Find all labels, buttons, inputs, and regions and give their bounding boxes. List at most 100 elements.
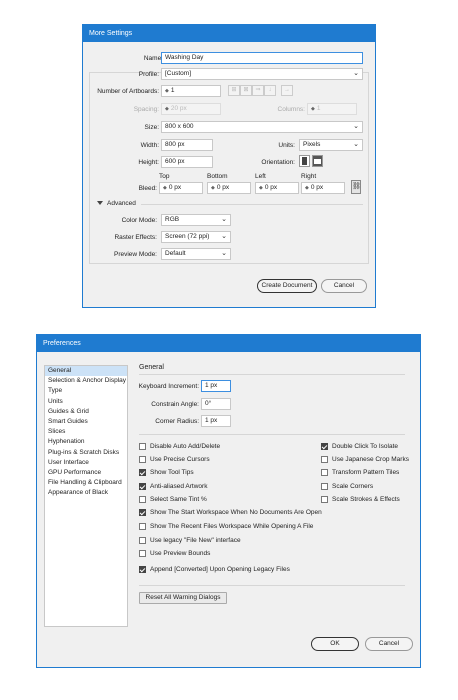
checkbox-label: Use Japanese Crop Marks: [332, 456, 409, 463]
checkbox-unchecked-icon[interactable]: [321, 483, 328, 490]
height-label: Height:: [138, 159, 159, 166]
bleed-bottom-label: Bottom: [207, 173, 228, 180]
category-item[interactable]: Slices: [45, 427, 127, 437]
option-checkbox[interactable]: Append [Converted] Upon Opening Legacy F…: [139, 566, 290, 573]
checkbox-unchecked-icon[interactable]: [321, 496, 328, 503]
option-checkbox[interactable]: Use Japanese Crop Marks: [321, 456, 409, 463]
category-item[interactable]: General: [45, 366, 127, 377]
bleed-bottom-field[interactable]: ◆ 0 px: [207, 182, 251, 194]
columns-field[interactable]: ◆ 1: [307, 103, 357, 115]
category-item[interactable]: Hyphenation: [45, 437, 127, 447]
stepper-icon[interactable]: ◆: [163, 183, 167, 193]
option-checkbox[interactable]: Use legacy "File New" interface: [139, 537, 241, 544]
bleed-right-field[interactable]: ◆ 0 px: [301, 182, 345, 194]
stepper-icon[interactable]: ◆: [165, 104, 169, 114]
category-item[interactable]: Units: [45, 397, 127, 407]
stepper-icon[interactable]: ◆: [211, 183, 215, 193]
constrain-angle-field[interactable]: 0°: [201, 398, 231, 410]
bleed-top-field[interactable]: ◆ 0 px: [159, 182, 203, 194]
grid-by-row-icon[interactable]: ⊞: [228, 85, 240, 96]
option-checkbox[interactable]: Scale Corners: [321, 483, 373, 490]
create-document-button[interactable]: Create Document: [257, 279, 317, 293]
checkbox-label: Show The Recent Files Workspace While Op…: [150, 523, 314, 530]
option-checkbox[interactable]: Disable Auto Add/Delete: [139, 443, 220, 450]
checkbox-label: Double Click To Isolate: [332, 443, 398, 450]
checkbox-unchecked-icon[interactable]: [139, 496, 146, 503]
document-name-field[interactable]: Washing Day: [161, 52, 363, 64]
option-checkbox[interactable]: Show The Start Workspace When No Documen…: [139, 509, 322, 516]
stepper-icon[interactable]: ◆: [305, 183, 309, 193]
arrange-by-column-icon[interactable]: ↓: [264, 85, 276, 96]
category-item[interactable]: Selection & Anchor Display: [45, 376, 127, 386]
checkbox-unchecked-icon[interactable]: [321, 469, 328, 476]
option-checkbox[interactable]: Double Click To Isolate: [321, 443, 398, 450]
chevron-down-icon: ⌄: [221, 233, 227, 240]
category-item[interactable]: Plug-ins & Scratch Disks: [45, 448, 127, 458]
more-settings-titlebar[interactable]: More Settings: [83, 25, 375, 42]
category-item[interactable]: File Handling & Clipboard: [45, 478, 127, 488]
category-item[interactable]: Appearance of Black: [45, 488, 127, 498]
link-bleed-icon[interactable]: ⛓: [351, 180, 361, 194]
raster-effects-select[interactable]: Screen (72 ppi) ⌄: [161, 231, 231, 243]
layout-direction-icon[interactable]: →: [281, 85, 293, 96]
profile-select[interactable]: [Custom] ⌄: [161, 68, 363, 80]
checkbox-unchecked-icon[interactable]: [139, 537, 146, 544]
bleed-left-label: Left: [255, 173, 266, 180]
grid-by-column-icon[interactable]: ⊠: [240, 85, 252, 96]
option-checkbox[interactable]: Use Preview Bounds: [139, 550, 210, 557]
checkbox-label: Show The Start Workspace When No Documen…: [150, 509, 322, 516]
stepper-icon[interactable]: ◆: [311, 104, 315, 114]
option-checkbox[interactable]: Transform Pattern Tiles: [321, 469, 399, 476]
ok-button[interactable]: OK: [311, 637, 359, 651]
category-item[interactable]: GPU Performance: [45, 468, 127, 478]
checkbox-checked-icon[interactable]: [321, 443, 328, 450]
checkbox-unchecked-icon[interactable]: [139, 443, 146, 450]
checkbox-checked-icon[interactable]: [139, 469, 146, 476]
checkbox-checked-icon[interactable]: [139, 483, 146, 490]
spacing-field[interactable]: ◆ 20 px: [161, 103, 221, 115]
bleed-label: Bleed:: [138, 185, 157, 192]
preview-mode-select[interactable]: Default ⌄: [161, 248, 231, 260]
chevron-down-icon: ⌄: [221, 216, 227, 223]
advanced-toggle[interactable]: Advanced: [97, 200, 136, 207]
option-checkbox[interactable]: Show The Recent Files Workspace While Op…: [139, 523, 313, 530]
landscape-orientation-icon[interactable]: [312, 155, 323, 167]
bleed-left-field[interactable]: ◆ 0 px: [255, 182, 299, 194]
checkbox-checked-icon[interactable]: [139, 509, 146, 516]
category-item[interactable]: User Interface: [45, 458, 127, 468]
color-mode-select[interactable]: RGB ⌄: [161, 214, 231, 226]
checkbox-label: Select Same Tint %: [150, 496, 207, 503]
category-item[interactable]: Type: [45, 386, 127, 396]
stepper-icon[interactable]: ◆: [259, 183, 263, 193]
checkbox-unchecked-icon[interactable]: [139, 456, 146, 463]
option-checkbox[interactable]: Anti-aliased Artwork: [139, 483, 207, 490]
checkbox-label: Append [Converted] Upon Opening Legacy F…: [150, 566, 290, 573]
stepper-icon[interactable]: ◆: [165, 86, 169, 96]
size-select[interactable]: 800 x 600 ⌄: [161, 121, 363, 133]
width-field[interactable]: 800 px: [161, 139, 213, 151]
chevron-down-icon: ⌄: [221, 250, 227, 257]
option-checkbox[interactable]: Scale Strokes & Effects: [321, 496, 400, 503]
category-item[interactable]: Guides & Grid: [45, 407, 127, 417]
cancel-button[interactable]: Cancel: [365, 637, 413, 651]
option-checkbox[interactable]: Show Tool Tips: [139, 469, 194, 476]
checkbox-unchecked-icon[interactable]: [139, 523, 146, 530]
option-checkbox[interactable]: Select Same Tint %: [139, 496, 207, 503]
arrange-by-row-icon[interactable]: ⇒: [252, 85, 264, 96]
checkbox-unchecked-icon[interactable]: [139, 550, 146, 557]
category-item[interactable]: Smart Guides: [45, 417, 127, 427]
advanced-label: Advanced: [107, 200, 136, 207]
checkbox-unchecked-icon[interactable]: [321, 456, 328, 463]
height-field[interactable]: 600 px: [161, 156, 213, 168]
keyboard-increment-label: Keyboard Increment:: [138, 383, 199, 390]
artboards-field[interactable]: ◆ 1: [161, 85, 221, 97]
units-select[interactable]: Pixels ⌄: [299, 139, 363, 151]
option-checkbox[interactable]: Use Precise Cursors: [139, 456, 210, 463]
keyboard-increment-field[interactable]: 1 px: [201, 380, 231, 392]
preferences-titlebar[interactable]: Preferences: [37, 335, 420, 352]
reset-warning-dialogs-button[interactable]: Reset All Warning Dialogs: [139, 592, 227, 604]
checkbox-checked-icon[interactable]: [139, 566, 146, 573]
cancel-button[interactable]: Cancel: [321, 279, 367, 293]
corner-radius-field[interactable]: 1 px: [201, 415, 231, 427]
portrait-orientation-icon[interactable]: [299, 155, 310, 167]
